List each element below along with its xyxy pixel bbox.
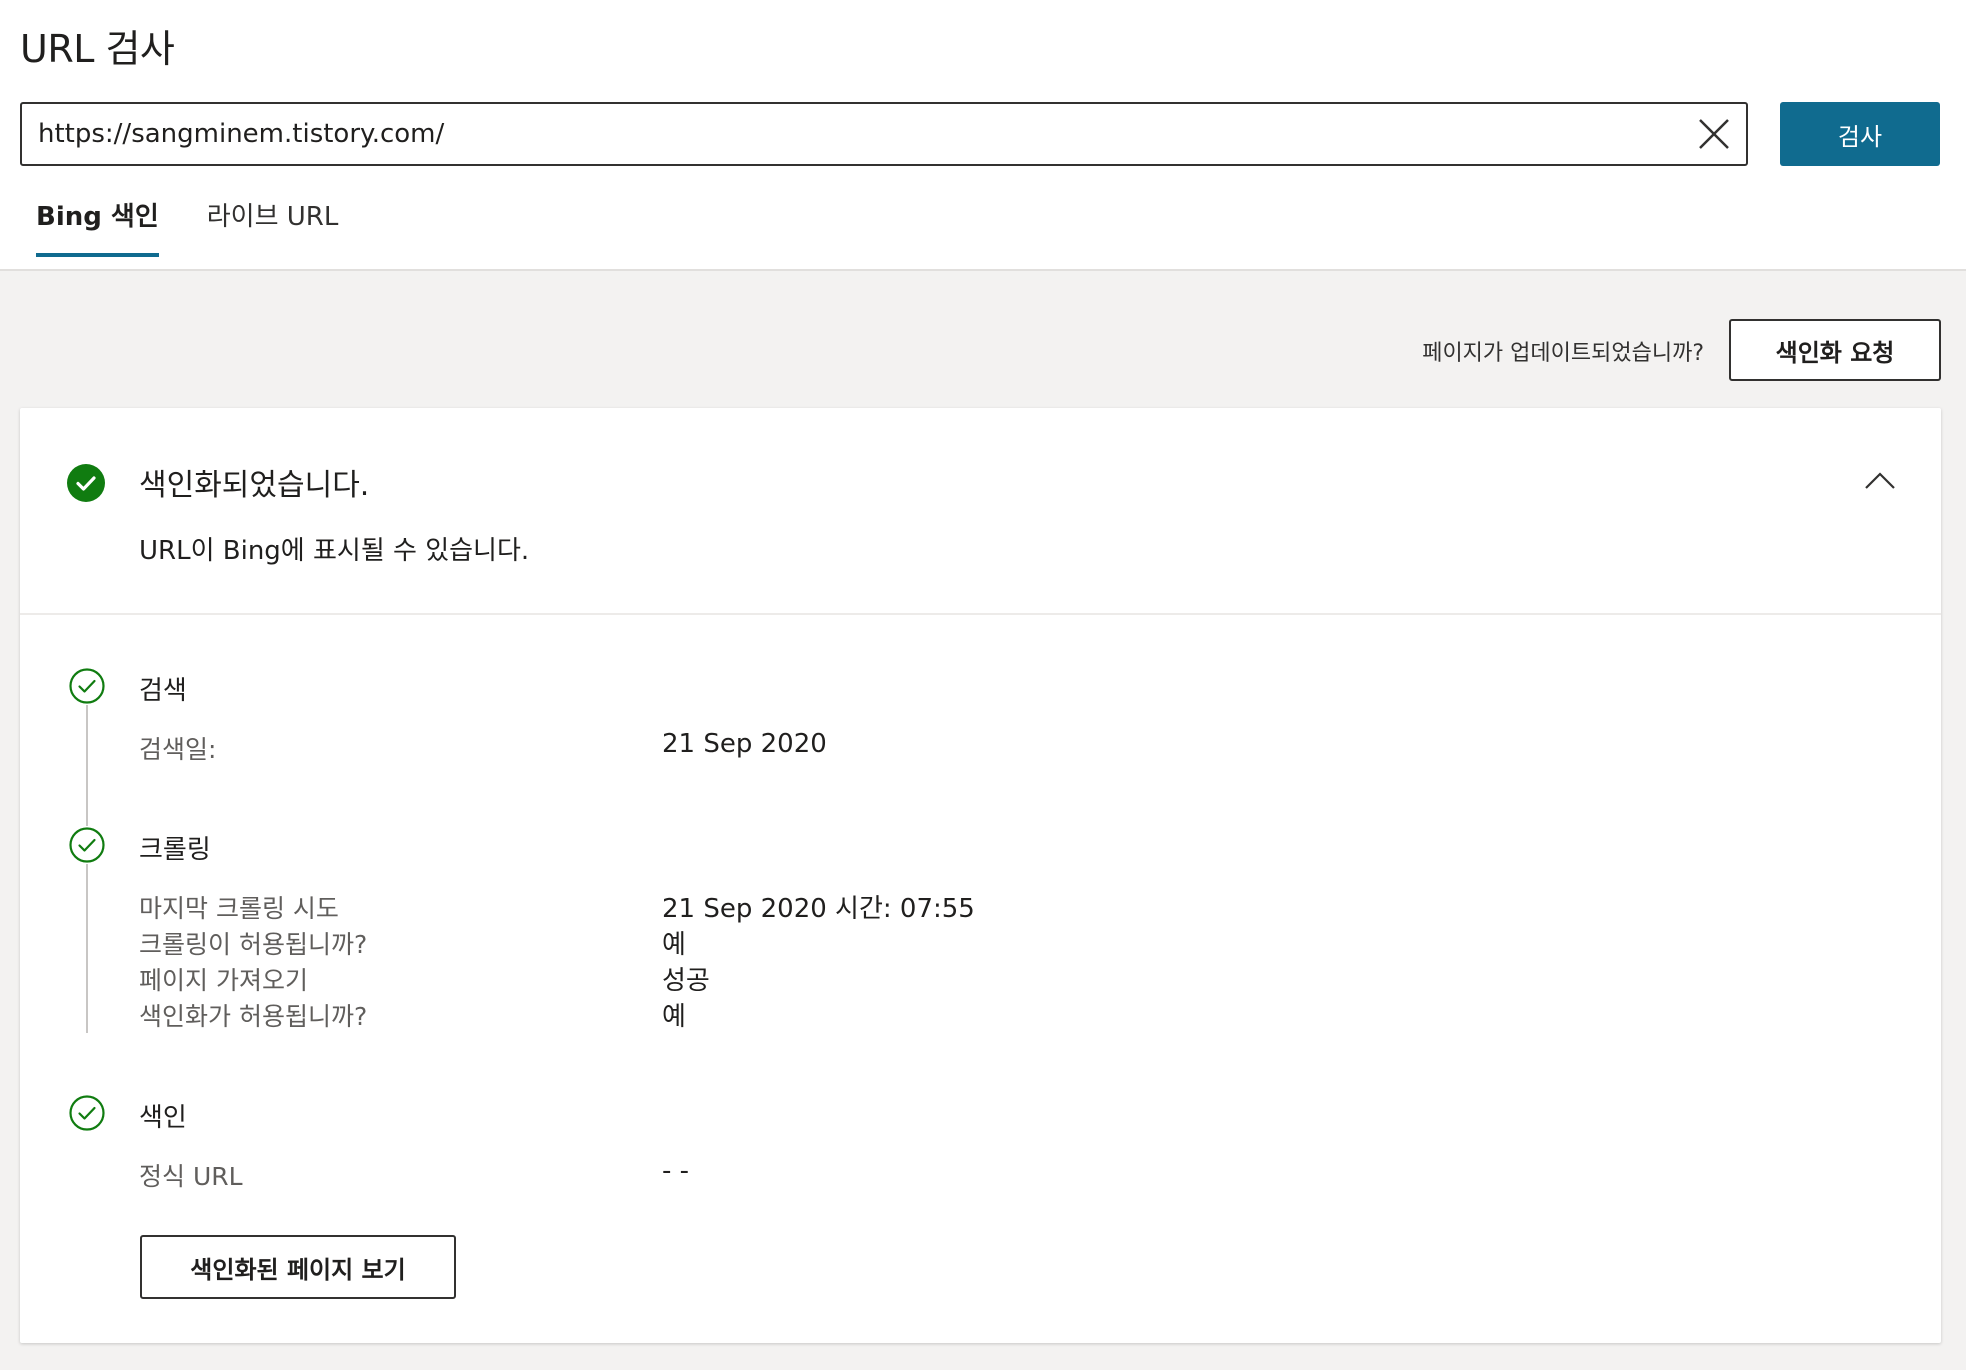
updated-question: 페이지가 업데이트되었습니까? — [1422, 341, 1704, 366]
row-value: 21 Sep 2020 — [662, 729, 827, 759]
row-value: 성공 — [662, 966, 710, 996]
request-indexing-button[interactable]: 색인화 요청 — [1729, 319, 1941, 381]
check-circle-outline-icon — [68, 1094, 106, 1132]
inspection-card: 색인화되었습니다. URL이 Bing에 표시될 수 있습니다. 검색 검색일:… — [20, 408, 1941, 1343]
check-circle-outline-icon — [68, 667, 106, 705]
chevron-up-icon[interactable] — [1863, 464, 1897, 498]
row-value: 21 Sep 2020 시간: 07:55 — [662, 894, 975, 924]
row-label: 크롤링이 허용됩니까? — [139, 930, 368, 959]
status-description: URL이 Bing에 표시될 수 있습니다. — [139, 536, 530, 566]
check-circle-filled-icon — [66, 463, 106, 503]
row-label: 페이지 가져오기 — [139, 966, 308, 995]
step-title-indexing: 색인 — [139, 1103, 187, 1133]
row-label: 색인화가 허용됩니까? — [139, 1002, 368, 1031]
view-indexed-page-button[interactable]: 색인화된 페이지 보기 — [140, 1235, 456, 1299]
step-title-crawling: 크롤링 — [139, 835, 211, 865]
row-label: 정식 URL — [139, 1162, 243, 1191]
header-area: URL 검사 검사 Bing 색인 라이브 URL — [0, 0, 1966, 271]
close-icon[interactable] — [1696, 116, 1732, 152]
url-input-wrapper — [20, 102, 1748, 166]
step-title-discovery: 검색 — [139, 676, 187, 706]
row-value: 예 — [662, 930, 686, 960]
tab-bar: Bing 색인 라이브 URL — [36, 196, 339, 257]
check-circle-outline-icon — [68, 826, 106, 864]
row-value: 예 — [662, 1002, 686, 1032]
page-title: URL 검사 — [20, 27, 175, 71]
row-value: - - — [662, 1156, 690, 1186]
tab-bing-index[interactable]: Bing 색인 — [36, 196, 159, 257]
tab-live-url[interactable]: 라이브 URL — [207, 196, 339, 255]
row-label: 마지막 크롤링 시도 — [139, 894, 339, 923]
row-label: 검색일: — [139, 735, 217, 764]
inspect-button[interactable]: 검사 — [1780, 102, 1940, 166]
search-row: 검사 — [20, 102, 1941, 166]
content-area: 페이지가 업데이트되었습니까? 색인화 요청 색인화되었습니다. URL이 Bi… — [0, 271, 1966, 1370]
card-header: 색인화되었습니다. URL이 Bing에 표시될 수 있습니다. — [20, 408, 1941, 615]
status-title: 색인화되었습니다. — [139, 468, 370, 503]
url-input[interactable] — [38, 104, 1678, 164]
